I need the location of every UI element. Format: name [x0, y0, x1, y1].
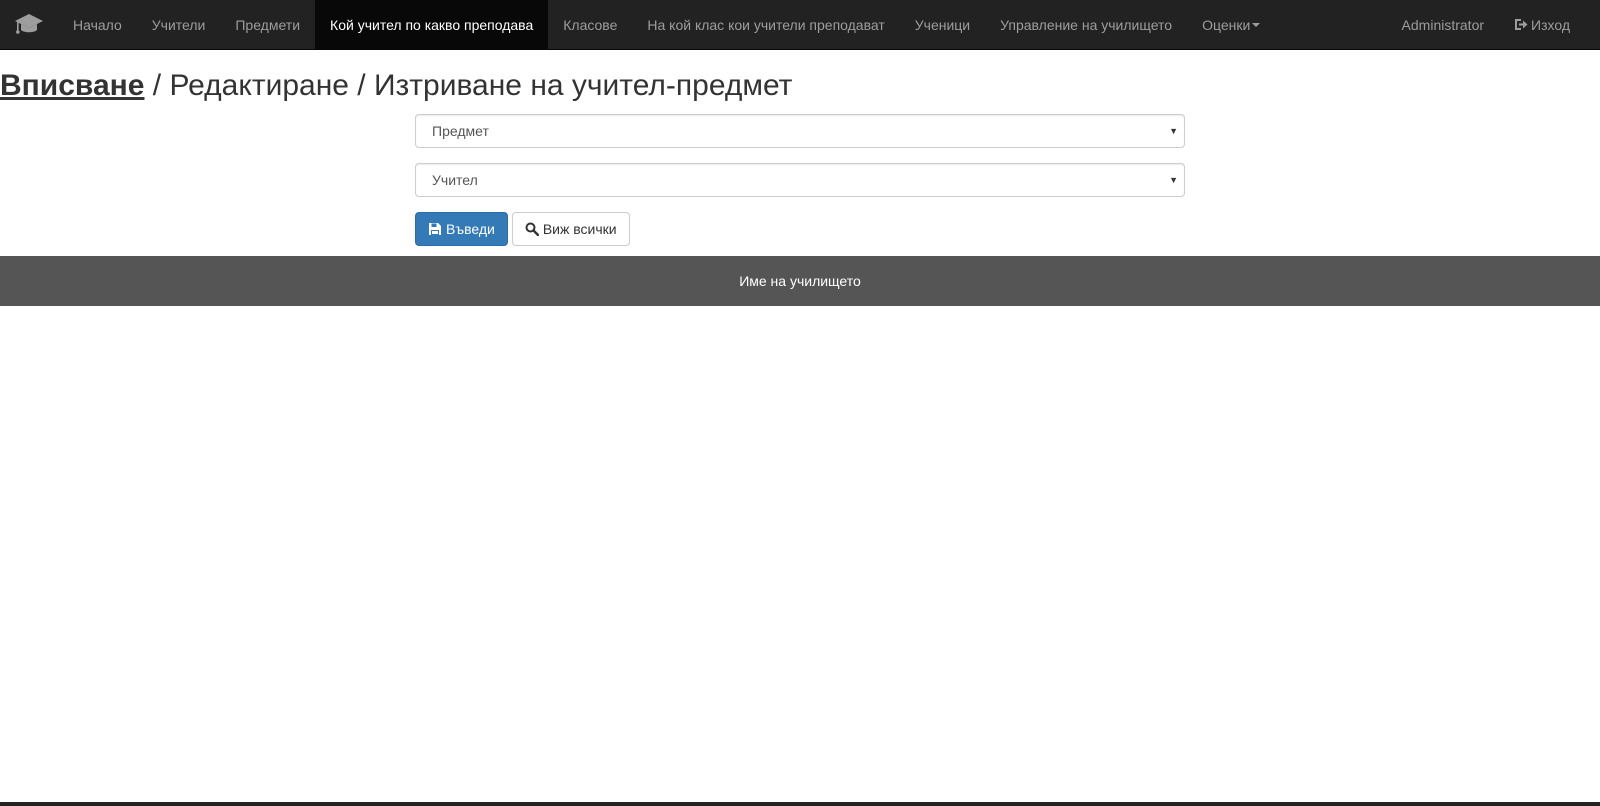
title-link-enroll[interactable]: Вписване: [0, 69, 144, 102]
nav-logout[interactable]: Изход: [1499, 0, 1600, 49]
submit-button[interactable]: Въведи: [415, 212, 508, 246]
nav-item-subjects[interactable]: Предмети: [220, 0, 315, 49]
footer-bar: Име на училището: [0, 256, 1600, 306]
nav-user-menu: Administrator Изход: [1387, 0, 1600, 49]
nav-item-grades-dropdown[interactable]: Оценки: [1187, 0, 1275, 49]
nav-item-home[interactable]: Начало: [58, 0, 137, 49]
teacher-select-value: Учител: [432, 172, 478, 188]
submit-label: Въведи: [446, 221, 495, 237]
save-icon: [428, 222, 442, 236]
brand-logo[interactable]: [0, 0, 58, 50]
select-arrow-icon: ▼: [1169, 126, 1178, 136]
view-all-label: Виж всички: [542, 221, 617, 237]
select-arrow-icon: ▼: [1169, 175, 1178, 185]
nav-user-administrator[interactable]: Administrator: [1387, 0, 1499, 49]
form-buttons: Въведи Виж всички: [415, 212, 1185, 246]
logout-label: Изход: [1531, 16, 1570, 33]
log-out-icon: [1514, 18, 1528, 31]
nav-item-students[interactable]: Ученици: [900, 0, 985, 49]
graduation-cap-icon: [14, 12, 44, 39]
page-title: Вписване / Редактиране / Изтриване на уч…: [0, 68, 792, 104]
nav-item-school-management[interactable]: Управление на училището: [985, 0, 1187, 49]
grades-label: Оценки: [1202, 16, 1251, 33]
search-icon: [525, 222, 539, 236]
nav-item-classes[interactable]: Класове: [548, 0, 632, 49]
view-all-button[interactable]: Виж всички: [511, 212, 630, 246]
nav-item-teacher-subjects[interactable]: Кой учител по какво преподава: [315, 0, 549, 49]
bottom-divider: [0, 802, 1600, 806]
school-name: Име на училището: [739, 273, 861, 289]
caret-down-icon: [1252, 22, 1261, 27]
title-rest: / Редактиране / Изтриване на учител-пред…: [144, 69, 793, 102]
teacher-subject-form: Предмет ▼ Учител ▼ Въведи Виж всички: [415, 114, 1185, 246]
nav-item-teachers[interactable]: Учители: [137, 0, 221, 49]
subject-select[interactable]: Предмет ▼: [415, 114, 1185, 148]
top-navbar: Начало Учители Предмети Кой учител по ка…: [0, 0, 1600, 50]
subject-select-value: Предмет: [432, 123, 489, 139]
nav-main-menu: Начало Учители Предмети Кой учител по ка…: [58, 0, 1275, 49]
nav-item-class-teachers[interactable]: На кой клас кои учители преподават: [632, 0, 899, 49]
teacher-select[interactable]: Учител ▼: [415, 163, 1185, 197]
